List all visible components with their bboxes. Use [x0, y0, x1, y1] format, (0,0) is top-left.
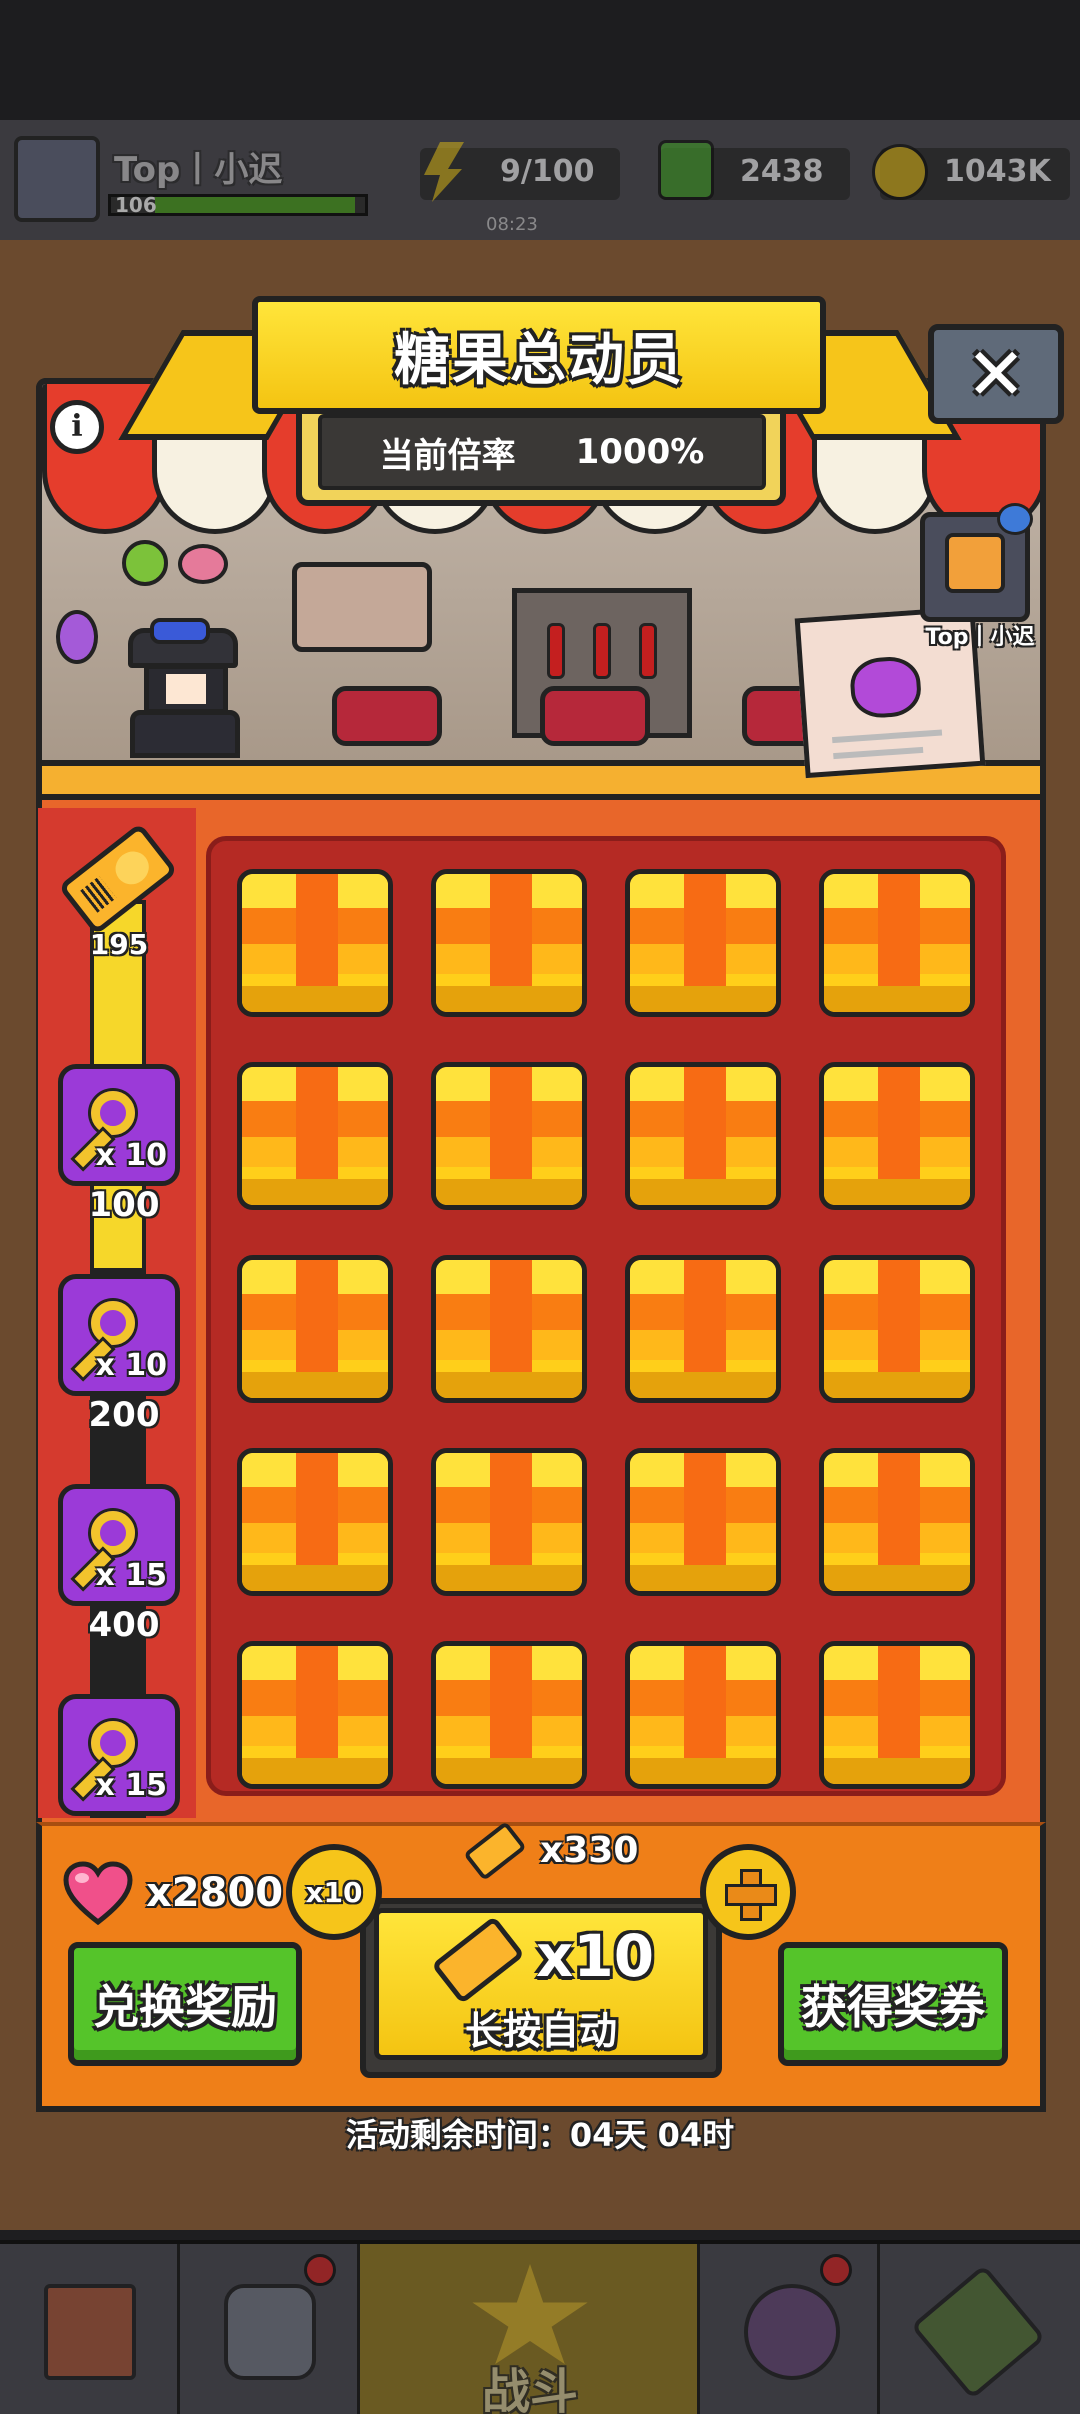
- rate-value: 1000%: [575, 432, 705, 472]
- hearts-counter: x2800: [62, 1860, 283, 1926]
- alert-badge-icon: [820, 2254, 852, 2286]
- heart-icon: [63, 1861, 133, 1926]
- track-progress-value: 195: [89, 928, 149, 961]
- x10-toggle-badge[interactable]: x10: [286, 1844, 382, 1940]
- shop-icon: [44, 2284, 136, 2380]
- candy-icon: [122, 540, 168, 586]
- bow-icon: [150, 618, 210, 644]
- rate-label: 当前倍率: [379, 435, 516, 476]
- gift-box[interactable]: [625, 1641, 781, 1789]
- gift-box[interactable]: [819, 1062, 975, 1210]
- energy-value: 9/100: [500, 154, 595, 189]
- gift-box[interactable]: [819, 1255, 975, 1403]
- candy-icon: [178, 544, 228, 584]
- shop-player-name: Top丨小迟: [925, 625, 1035, 650]
- shop-player-avatar[interactable]: [920, 503, 1033, 622]
- owned-ticket-count: x330: [540, 1830, 639, 1871]
- nav-shop[interactable]: [0, 2244, 180, 2414]
- xp-bar: 106: [108, 193, 368, 217]
- close-icon: ✕: [965, 332, 1027, 416]
- gem-value: 2438: [740, 154, 824, 189]
- get-ticket-button[interactable]: 获得奖券: [778, 1942, 1008, 2066]
- gift-box[interactable]: [625, 1448, 781, 1596]
- player-level: 106: [115, 193, 157, 217]
- draw-count: x10: [536, 1922, 655, 1990]
- gift-box[interactable]: [625, 869, 781, 1017]
- key-icon: [91, 1301, 135, 1345]
- gift-box[interactable]: [431, 1062, 587, 1210]
- close-button[interactable]: ✕: [928, 324, 1064, 424]
- nav-pass[interactable]: [880, 2244, 1080, 2414]
- hearts-count: x2800: [146, 1870, 284, 1916]
- owned-tickets: x330: [463, 1820, 639, 1881]
- reward-node[interactable]: x 10 200: [58, 1274, 180, 1435]
- top-resource-bar: Top丨小迟 106 9/100 08:23 2438 1043K: [0, 120, 1080, 240]
- gift-box[interactable]: [819, 1448, 975, 1596]
- event-title: 糖果总动员: [252, 296, 826, 414]
- key-icon: [91, 1721, 135, 1765]
- shopkeeper-character[interactable]: [110, 618, 270, 758]
- add-ticket-button[interactable]: [700, 1844, 796, 1940]
- key-icon: [91, 1091, 135, 1135]
- time-remaining-value: 04天 04时: [569, 2116, 735, 2154]
- gem-icon: [658, 140, 714, 200]
- gift-box[interactable]: [819, 869, 975, 1017]
- bottom-navigation: 战斗: [0, 2240, 1080, 2414]
- time-remaining-label: 活动剩余时间：: [345, 2116, 570, 2154]
- energy-timer: 08:23: [486, 214, 538, 235]
- candy-jar-icon: [56, 610, 98, 664]
- gift-box[interactable]: [237, 1062, 393, 1210]
- gift-box[interactable]: [237, 1255, 393, 1403]
- gift-box[interactable]: [431, 1448, 587, 1596]
- mug-shelf: [292, 562, 432, 652]
- status-bar: [0, 0, 1080, 120]
- battle-label: 战斗: [481, 2364, 578, 2414]
- gift-box[interactable]: [625, 1062, 781, 1210]
- gift-box-grid: [206, 836, 1006, 1796]
- gift-box[interactable]: [237, 869, 393, 1017]
- plus-icon: [725, 1869, 777, 1921]
- reward-threshold: 100: [88, 1185, 160, 1225]
- gift-box[interactable]: [431, 1641, 587, 1789]
- reward-threshold: 200: [88, 1395, 160, 1435]
- nav-skills[interactable]: [700, 2244, 880, 2414]
- gift-box[interactable]: [237, 1641, 393, 1789]
- reward-node[interactable]: x 15 400: [58, 1484, 180, 1645]
- gift-box[interactable]: [625, 1255, 781, 1403]
- armor-icon: [224, 2284, 316, 2380]
- reward-multiplier: x 10: [95, 1138, 167, 1173]
- reward-node[interactable]: x 15: [58, 1694, 180, 1816]
- current-rate: 当前倍率 1000%: [318, 414, 766, 490]
- reward-multiplier: x 10: [95, 1348, 167, 1383]
- gift-box[interactable]: [431, 1255, 587, 1403]
- gift-box[interactable]: [237, 1448, 393, 1596]
- coin-value: 1043K: [944, 154, 1051, 189]
- pass-icon: [910, 2264, 1046, 2400]
- player-avatar[interactable]: [14, 136, 100, 222]
- key-icon: [91, 1511, 135, 1555]
- stool: [540, 686, 650, 746]
- coin-icon: [872, 144, 928, 200]
- blob-pet-icon: [997, 503, 1033, 535]
- gift-box[interactable]: [431, 869, 587, 1017]
- reward-threshold: 400: [88, 1605, 160, 1645]
- skills-icon: [744, 2284, 840, 2380]
- reward-node[interactable]: x 10 100: [58, 1064, 180, 1225]
- reward-multiplier: x 15: [95, 1558, 167, 1593]
- candy-icon: [848, 654, 923, 720]
- nav-battle[interactable]: 战斗: [360, 2244, 700, 2414]
- gift-box[interactable]: [819, 1641, 975, 1789]
- long-press-hint: 长按自动: [464, 2009, 617, 2053]
- event-time-remaining: 活动剩余时间：04天 04时: [0, 2110, 1080, 2156]
- info-icon: i: [71, 409, 83, 444]
- nav-equipment[interactable]: [180, 2244, 360, 2414]
- reward-multiplier: x 15: [95, 1768, 167, 1803]
- info-button[interactable]: i: [50, 400, 104, 454]
- exchange-reward-button[interactable]: 兑换奖励: [68, 1942, 302, 2066]
- alert-badge-icon: [304, 2254, 336, 2286]
- player-name: Top丨小迟: [114, 150, 283, 190]
- stool: [332, 686, 442, 746]
